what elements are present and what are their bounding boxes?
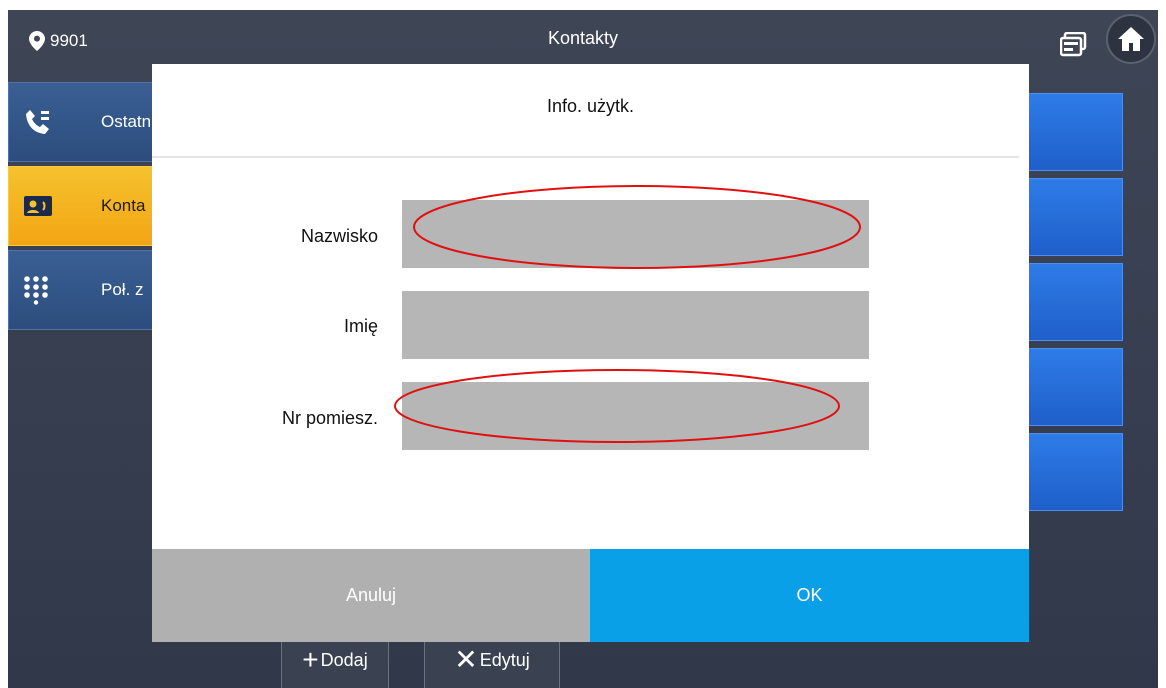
cancel-button[interactable]: Anuluj [152,549,590,642]
edit-label: Edytuj [479,649,530,670]
dialpad-icon [24,276,48,305]
room-number-label: Nr pomiesz. [281,408,378,428]
contact-slot-button[interactable] [1026,93,1123,171]
sidebar-item-label: Ostatn [101,112,152,131]
dialog-title: Info. użytk. [546,96,635,116]
surname-input[interactable] [402,200,869,268]
add-label: Dodaj [320,649,368,670]
call-log-icon [26,110,49,134]
home-button[interactable] [1106,14,1156,64]
contact-slot-button[interactable] [1026,178,1123,256]
page-title: Kontakty [547,28,619,48]
first-name-label: Imię [343,316,378,336]
surname-label: Nazwisko [300,226,378,246]
room-number-input[interactable] [402,382,869,450]
contact-slot-button[interactable] [1026,263,1123,341]
plus-icon: + [302,644,319,675]
dialog-divider [152,156,1019,158]
contacts-card-icon [24,196,52,216]
sidebar-item-label: Poł. z [101,280,144,299]
home-icon [1118,27,1144,51]
first-name-input[interactable] [402,291,869,359]
close-x-icon: ✕ [454,644,478,675]
user-info-dialog: Info. użytk. Nazwisko Imię Nr pomiesz. A… [152,64,1029,642]
contact-slot-button[interactable] [1026,348,1123,426]
contact-slot-button[interactable] [1026,433,1123,511]
messages-icon[interactable] [1060,32,1088,58]
sidebar-item-label: Konta [101,196,146,215]
ok-button[interactable]: OK [590,549,1029,642]
top-bar: 9901 Kontakty [8,10,1158,68]
